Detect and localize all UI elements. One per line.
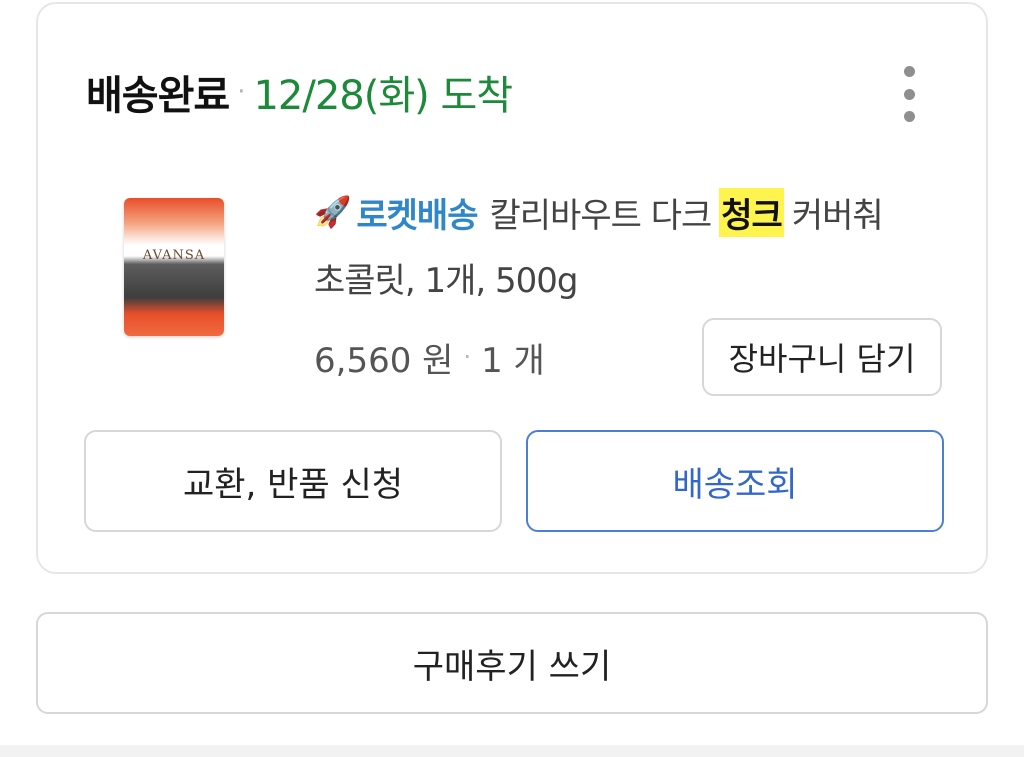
product-title[interactable]: 🚀 로켓배송 칼리바우트 다크 청크 커버춰: [314, 184, 884, 240]
add-to-cart-button[interactable]: 장바구니 담기: [702, 318, 942, 396]
order-card: 배송완료 · 12/28(화) 도착 AVANSA 🚀 로켓배송 칼리바우트 다…: [36, 2, 988, 574]
more-options-icon[interactable]: [896, 66, 922, 122]
more-dot: [903, 88, 915, 100]
price-separator: ·: [463, 343, 472, 371]
product-thumbnail[interactable]: AVANSA: [116, 176, 246, 356]
more-dot: [903, 111, 915, 122]
arrival-date: 12/28(화) 도착: [253, 73, 513, 119]
product-price: 6,560 원: [314, 340, 454, 381]
delivery-status: 배송완료: [86, 73, 230, 119]
more-dot: [903, 66, 915, 77]
order-header: 배송완료 · 12/28(화) 도착: [86, 64, 513, 120]
price-quantity: 6,560 원 · 1 개: [314, 329, 545, 385]
rocket-icon: 🚀: [314, 194, 351, 230]
product-name-highlight: 청크: [719, 187, 784, 237]
track-delivery-button[interactable]: 배송조회: [526, 430, 944, 532]
product-title-line2[interactable]: 초콜릿, 1개, 500g: [314, 249, 578, 305]
product-quantity: 1 개: [481, 340, 545, 381]
product-name-part1: 칼리바우트 다크: [489, 195, 712, 236]
product-name-part2: 커버춰: [791, 195, 884, 236]
rocket-delivery-badge: 로켓배송: [356, 195, 478, 236]
package-brand-label: AVANSA: [142, 248, 206, 263]
header-separator: ·: [237, 77, 246, 107]
chocolate-package-image: AVANSA: [124, 198, 224, 336]
write-review-button[interactable]: 구매후기 쓰기: [36, 612, 988, 714]
exchange-return-button[interactable]: 교환, 반품 신청: [84, 430, 502, 532]
